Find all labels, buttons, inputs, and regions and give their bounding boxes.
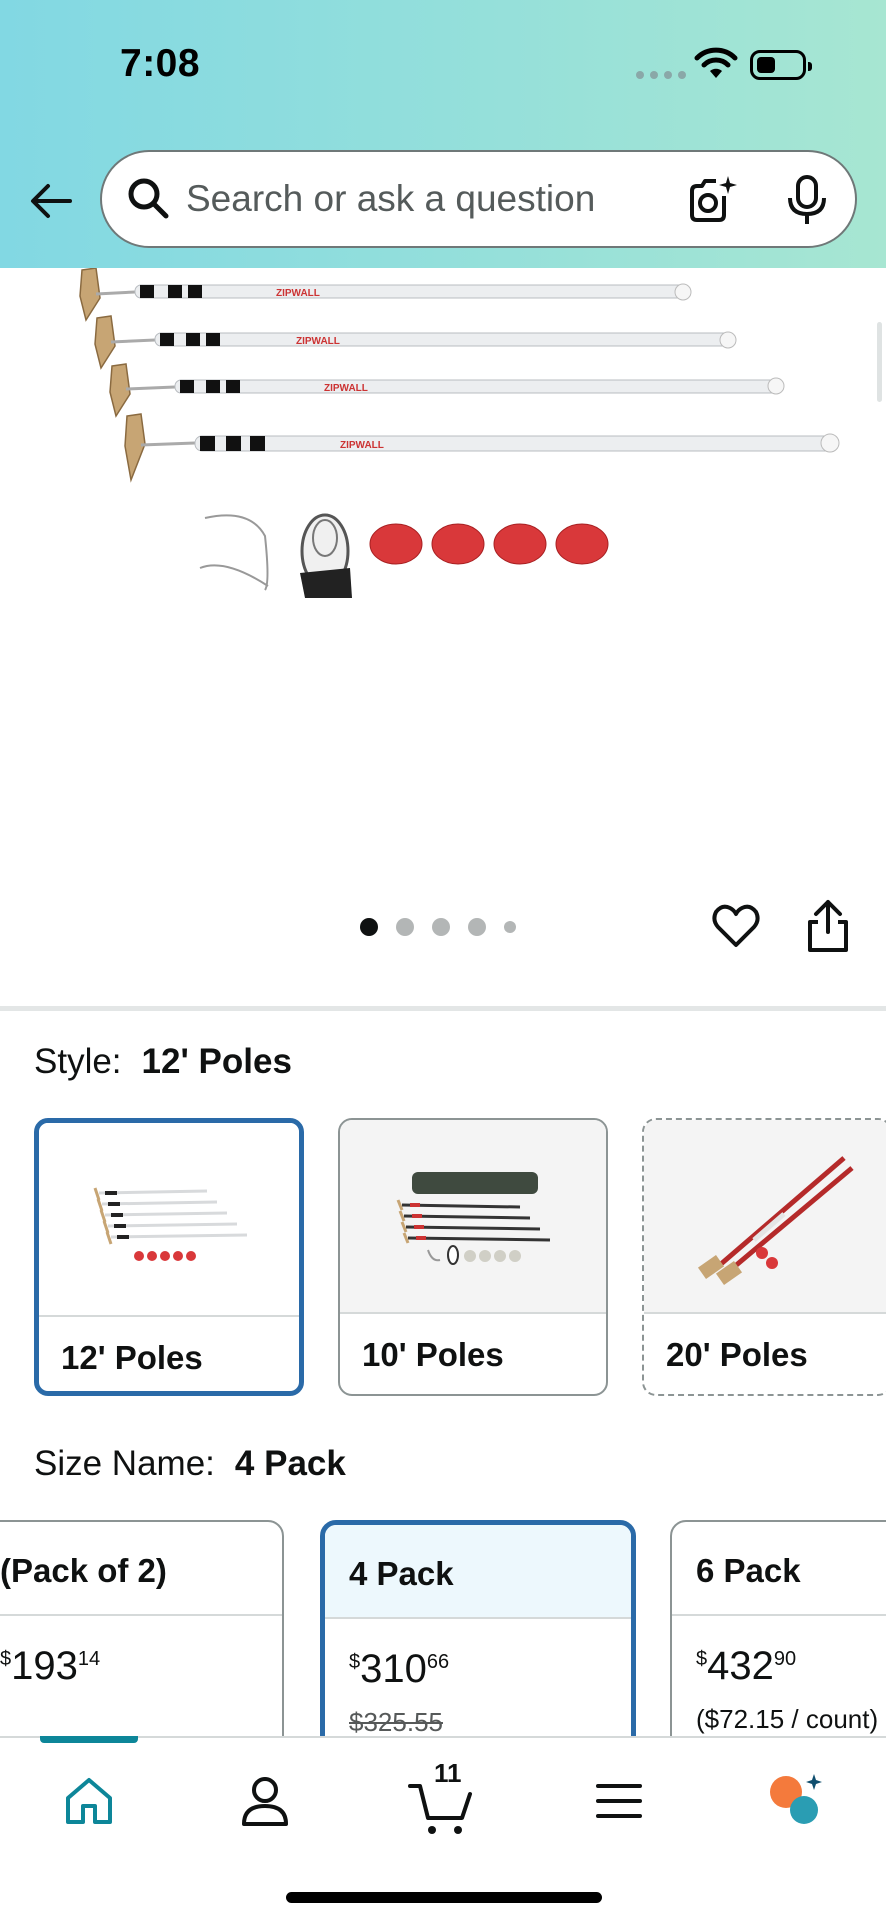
image-pager[interactable] <box>360 918 516 936</box>
size-option-name: (Pack of 2) <box>0 1552 167 1589</box>
account-icon[interactable] <box>238 1774 292 1828</box>
home-indicator <box>286 1892 602 1903</box>
section-divider <box>0 1006 886 1011</box>
size-heading: Size Name: 4 Pack <box>34 1444 346 1484</box>
heart-icon[interactable] <box>710 900 762 952</box>
size-option-6-pack[interactable]: 6 Pack $43290 ($72.15 / count) <box>670 1520 886 1760</box>
size-option-name: 6 Pack <box>696 1552 801 1589</box>
product-photo-poles: ZIPWALL ZIPWALL ZIPWALL ZIPWALL <box>79 267 840 598</box>
active-tab-indicator <box>40 1736 138 1743</box>
scroll-indicator <box>877 322 882 402</box>
mic-icon[interactable] <box>785 174 829 226</box>
share-icon[interactable] <box>802 898 854 954</box>
style-thumbnail <box>644 1120 886 1312</box>
style-option-12-poles[interactable]: 12' Poles <box>34 1118 304 1396</box>
pager-dot[interactable] <box>468 918 486 936</box>
size-option-price: $43290 <box>696 1644 797 1688</box>
wifi-icon <box>694 47 738 78</box>
battery-icon <box>750 50 812 80</box>
size-option-name: 4 Pack <box>349 1555 454 1592</box>
style-option-label: 12' Poles <box>61 1339 203 1376</box>
cellular-signal-icon <box>636 71 686 79</box>
size-label: Size Name: <box>34 1444 215 1483</box>
style-selected-value: 12' Poles <box>141 1042 292 1081</box>
search-input[interactable]: Search or ask a question <box>186 178 595 220</box>
unit-price: ($72.15 / count) <box>696 1704 879 1734</box>
home-icon[interactable] <box>62 1774 116 1828</box>
cart-icon[interactable] <box>408 1782 474 1838</box>
brand-mark: ZIPWALL <box>340 440 384 451</box>
list-price: $325.55 <box>349 1707 443 1737</box>
search-bar[interactable]: Search or ask a question <box>100 150 857 248</box>
size-option-4-pack[interactable]: 4 Pack $31066 $325.55 <box>320 1520 636 1760</box>
pager-dot[interactable] <box>396 918 414 936</box>
status-time: 7:08 <box>120 42 201 85</box>
pager-dot[interactable] <box>504 921 516 933</box>
app-header: 7:08 Search or ask a question <box>0 0 886 268</box>
rufus-icon[interactable] <box>766 1772 826 1828</box>
size-selected-value: 4 Pack <box>234 1444 346 1483</box>
style-option-label: 10' Poles <box>362 1336 504 1373</box>
size-option-price: $19314 <box>0 1644 101 1688</box>
style-option-label: 20' Poles <box>666 1336 808 1373</box>
product-image[interactable]: ZIPWALL ZIPWALL ZIPWALL ZIPWALL <box>0 267 886 1008</box>
brand-mark: ZIPWALL <box>296 336 340 347</box>
pager-dot[interactable] <box>360 918 378 936</box>
size-option-price: $31066 <box>349 1647 450 1691</box>
style-option-20-poles[interactable]: 20' Poles <box>642 1118 886 1396</box>
brand-mark: ZIPWALL <box>276 288 320 299</box>
size-option-pack-of-2[interactable]: (Pack of 2) $19314 <box>0 1520 284 1760</box>
style-label: Style: <box>34 1042 122 1081</box>
style-thumbnail <box>39 1123 299 1315</box>
style-heading: Style: 12' Poles <box>34 1042 292 1082</box>
back-arrow-icon[interactable] <box>26 176 76 226</box>
camera-icon[interactable] <box>686 174 738 226</box>
menu-icon[interactable] <box>594 1778 644 1824</box>
style-thumbnail <box>340 1120 606 1312</box>
style-option-10-poles[interactable]: 10' Poles <box>338 1118 608 1396</box>
pager-dot[interactable] <box>432 918 450 936</box>
brand-mark: ZIPWALL <box>324 383 368 394</box>
search-icon <box>128 178 169 219</box>
